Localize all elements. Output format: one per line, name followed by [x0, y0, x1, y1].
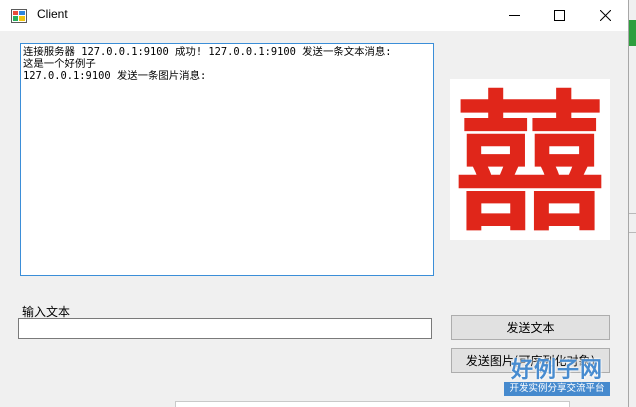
double-happiness-glyph: 囍 [455, 79, 605, 240]
send-image-button[interactable]: 发送图片(可序列化对象) [451, 348, 610, 373]
background-edge [629, 20, 636, 46]
received-image: 囍 [450, 78, 610, 252]
client-window: Client 连接服务器 127.0.0.1:9100 成功! 127.0.0.… [0, 0, 629, 407]
close-icon [599, 10, 611, 21]
message-input[interactable] [18, 318, 432, 339]
log-line: 这是一个好例子 [23, 58, 96, 70]
send-text-button[interactable]: 发送文本 [451, 315, 610, 340]
window-title: Client [37, 7, 68, 21]
message-log[interactable]: 连接服务器 127.0.0.1:9100 成功! 127.0.0.1:9100 … [20, 43, 434, 276]
title-bar[interactable]: Client [0, 0, 628, 31]
close-button[interactable] [582, 0, 628, 31]
app-icon [11, 9, 27, 23]
double-happiness-image: 囍 [455, 78, 605, 252]
log-line: 连接服务器 127.0.0.1:9100 成功! 127.0.0.1:9100 … [23, 46, 392, 58]
background-window-edge [175, 401, 570, 407]
maximize-icon [553, 10, 565, 21]
minimize-icon [508, 15, 520, 16]
maximize-button[interactable] [536, 0, 582, 31]
log-line: 127.0.0.1:9100 发送一条图片消息: [23, 70, 207, 82]
minimize-button[interactable] [491, 0, 537, 31]
